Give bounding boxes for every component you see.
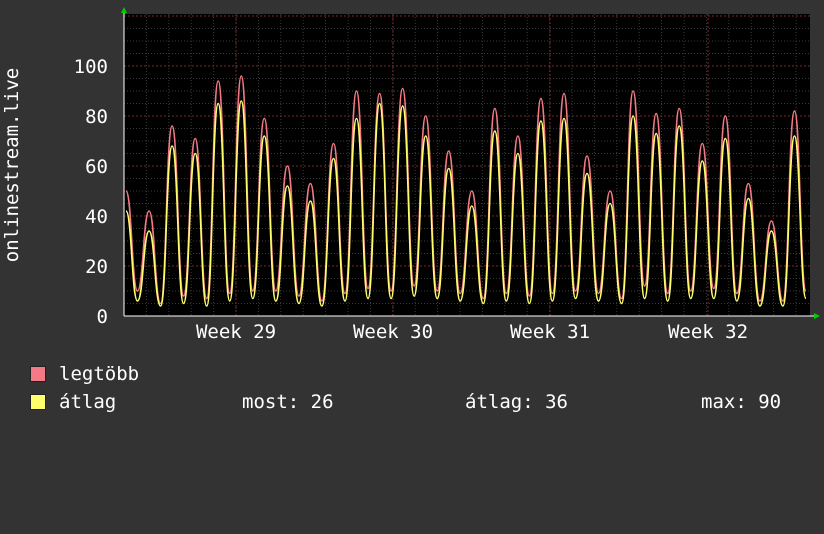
y-tick-label: 0 (97, 306, 108, 328)
x-tick-label: Week 31 (510, 321, 590, 343)
legend-label-avg: átlag (59, 391, 117, 413)
legend-row-avg: átlag most: 26 átlag: 36 max: 90 (30, 390, 800, 414)
stat-average: átlag: 36 (465, 391, 568, 413)
x-axis-arrow (814, 313, 820, 319)
legend-swatch-avg (30, 394, 46, 410)
y-tick-label: 80 (85, 106, 108, 128)
legend-label-max: legtöbb (59, 363, 140, 385)
y-tick-label: 40 (85, 206, 108, 228)
y-axis-label: onlinestream.live (1, 68, 23, 262)
y-axis-arrow (121, 7, 127, 13)
legend-row-max: legtöbb (30, 362, 800, 386)
x-tick-labels: Week 29 Week 30 Week 31 Week 32 (196, 321, 748, 343)
stat-max: max: 90 (701, 391, 782, 413)
y-tick-labels: 0 20 40 60 80 100 (74, 56, 108, 328)
y-tick-label: 60 (85, 156, 108, 178)
x-tick-label: Week 29 (196, 321, 276, 343)
legend-swatch-max (30, 366, 46, 382)
x-tick-label: Week 32 (668, 321, 748, 343)
y-tick-label: 20 (85, 256, 108, 278)
stat-now: most: 26 (242, 391, 334, 413)
y-tick-label: 100 (74, 56, 108, 78)
x-tick-label: Week 30 (353, 321, 433, 343)
